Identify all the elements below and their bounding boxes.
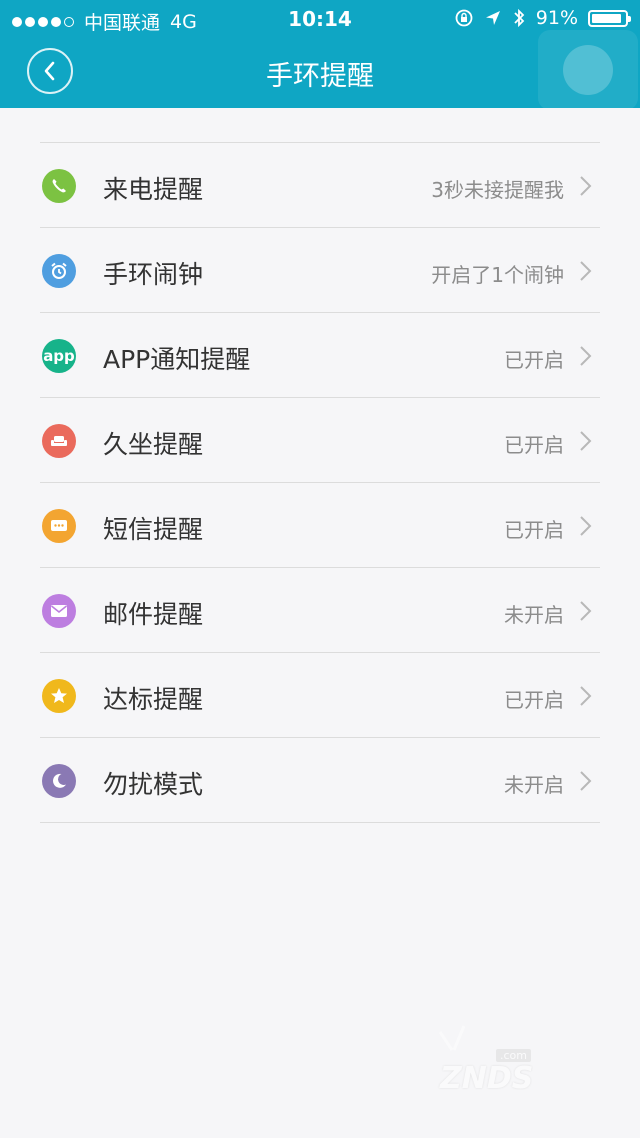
chevron-right-icon bbox=[580, 516, 592, 536]
row-value: 已开启 bbox=[504, 688, 564, 712]
alarm-clock-icon bbox=[42, 254, 76, 288]
battery-percent: 91% bbox=[535, 7, 578, 29]
row-value: 未开启 bbox=[504, 773, 564, 797]
list-item-band-alarm[interactable]: 手环闹钟 开启了1个闹钟 bbox=[40, 228, 600, 313]
chevron-right-icon bbox=[580, 431, 592, 451]
row-value: 未开启 bbox=[504, 603, 564, 627]
list-item-call-reminder[interactable]: 来电提醒 3秒未接提醒我 bbox=[40, 143, 600, 228]
message-icon bbox=[42, 509, 76, 543]
row-label: 手环闹钟 bbox=[103, 260, 204, 289]
row-label: 邮件提醒 bbox=[103, 600, 204, 629]
tv-antenna-icon bbox=[438, 1025, 466, 1051]
chevron-right-icon bbox=[580, 771, 592, 791]
nav-bar: 手环提醒 bbox=[0, 30, 640, 110]
row-label: 短信提醒 bbox=[103, 515, 204, 544]
list-item-goal-reminder[interactable]: 达标提醒 已开启 bbox=[40, 653, 600, 738]
list-item-sms-reminder[interactable]: 短信提醒 已开启 bbox=[40, 483, 600, 568]
mail-icon bbox=[42, 594, 76, 628]
row-label: 久坐提醒 bbox=[103, 430, 204, 459]
row-label: 达标提醒 bbox=[103, 685, 204, 714]
header: 中国联通 4G 10:14 91% 手环提醒 bbox=[0, 0, 640, 110]
chair-icon bbox=[42, 424, 76, 458]
watermark-logo: .com ZNDS bbox=[430, 1022, 600, 1102]
chevron-right-icon bbox=[580, 601, 592, 621]
chevron-right-icon bbox=[580, 176, 592, 196]
reminder-list: 来电提醒 3秒未接提醒我 手环闹钟 开启了1个闹钟 app APP通知提醒 已开… bbox=[40, 142, 600, 823]
assistive-touch-dot bbox=[563, 45, 613, 95]
row-value: 3秒未接提醒我 bbox=[431, 178, 564, 202]
phone-icon bbox=[42, 169, 76, 203]
moon-icon bbox=[42, 764, 76, 798]
assistive-touch-button[interactable] bbox=[538, 30, 638, 110]
chevron-right-icon bbox=[580, 261, 592, 281]
row-label: 勿扰模式 bbox=[103, 770, 204, 799]
list-item-sedentary-reminder[interactable]: 久坐提醒 已开启 bbox=[40, 398, 600, 483]
list-item-app-notification[interactable]: app APP通知提醒 已开启 bbox=[40, 313, 600, 398]
bluetooth-icon bbox=[514, 8, 525, 28]
chevron-right-icon bbox=[580, 346, 592, 366]
battery-level-fill bbox=[592, 13, 622, 23]
watermark-text: ZNDS bbox=[440, 1061, 534, 1096]
list-item-do-not-disturb[interactable]: 勿扰模式 未开启 bbox=[40, 738, 600, 823]
status-right: 91% bbox=[454, 7, 631, 29]
row-value: 已开启 bbox=[504, 348, 564, 372]
row-label: 来电提醒 bbox=[103, 175, 204, 204]
app-icon: app bbox=[42, 339, 76, 373]
chevron-right-icon bbox=[580, 686, 592, 706]
battery-icon bbox=[588, 9, 631, 27]
row-value: 已开启 bbox=[504, 433, 564, 457]
list-item-mail-reminder[interactable]: 邮件提醒 未开启 bbox=[40, 568, 600, 653]
app-icon-text: app bbox=[43, 347, 75, 365]
star-icon bbox=[42, 679, 76, 713]
app-screen: 中国联通 4G 10:14 91% 手环提醒 来电提醒 3秒未接提醒我 手环闹钟… bbox=[0, 0, 640, 1138]
row-value: 已开启 bbox=[504, 518, 564, 542]
location-icon bbox=[485, 11, 500, 25]
orientation-lock-icon bbox=[455, 9, 473, 27]
row-label: APP通知提醒 bbox=[103, 345, 251, 374]
row-value: 开启了1个闹钟 bbox=[431, 263, 564, 287]
